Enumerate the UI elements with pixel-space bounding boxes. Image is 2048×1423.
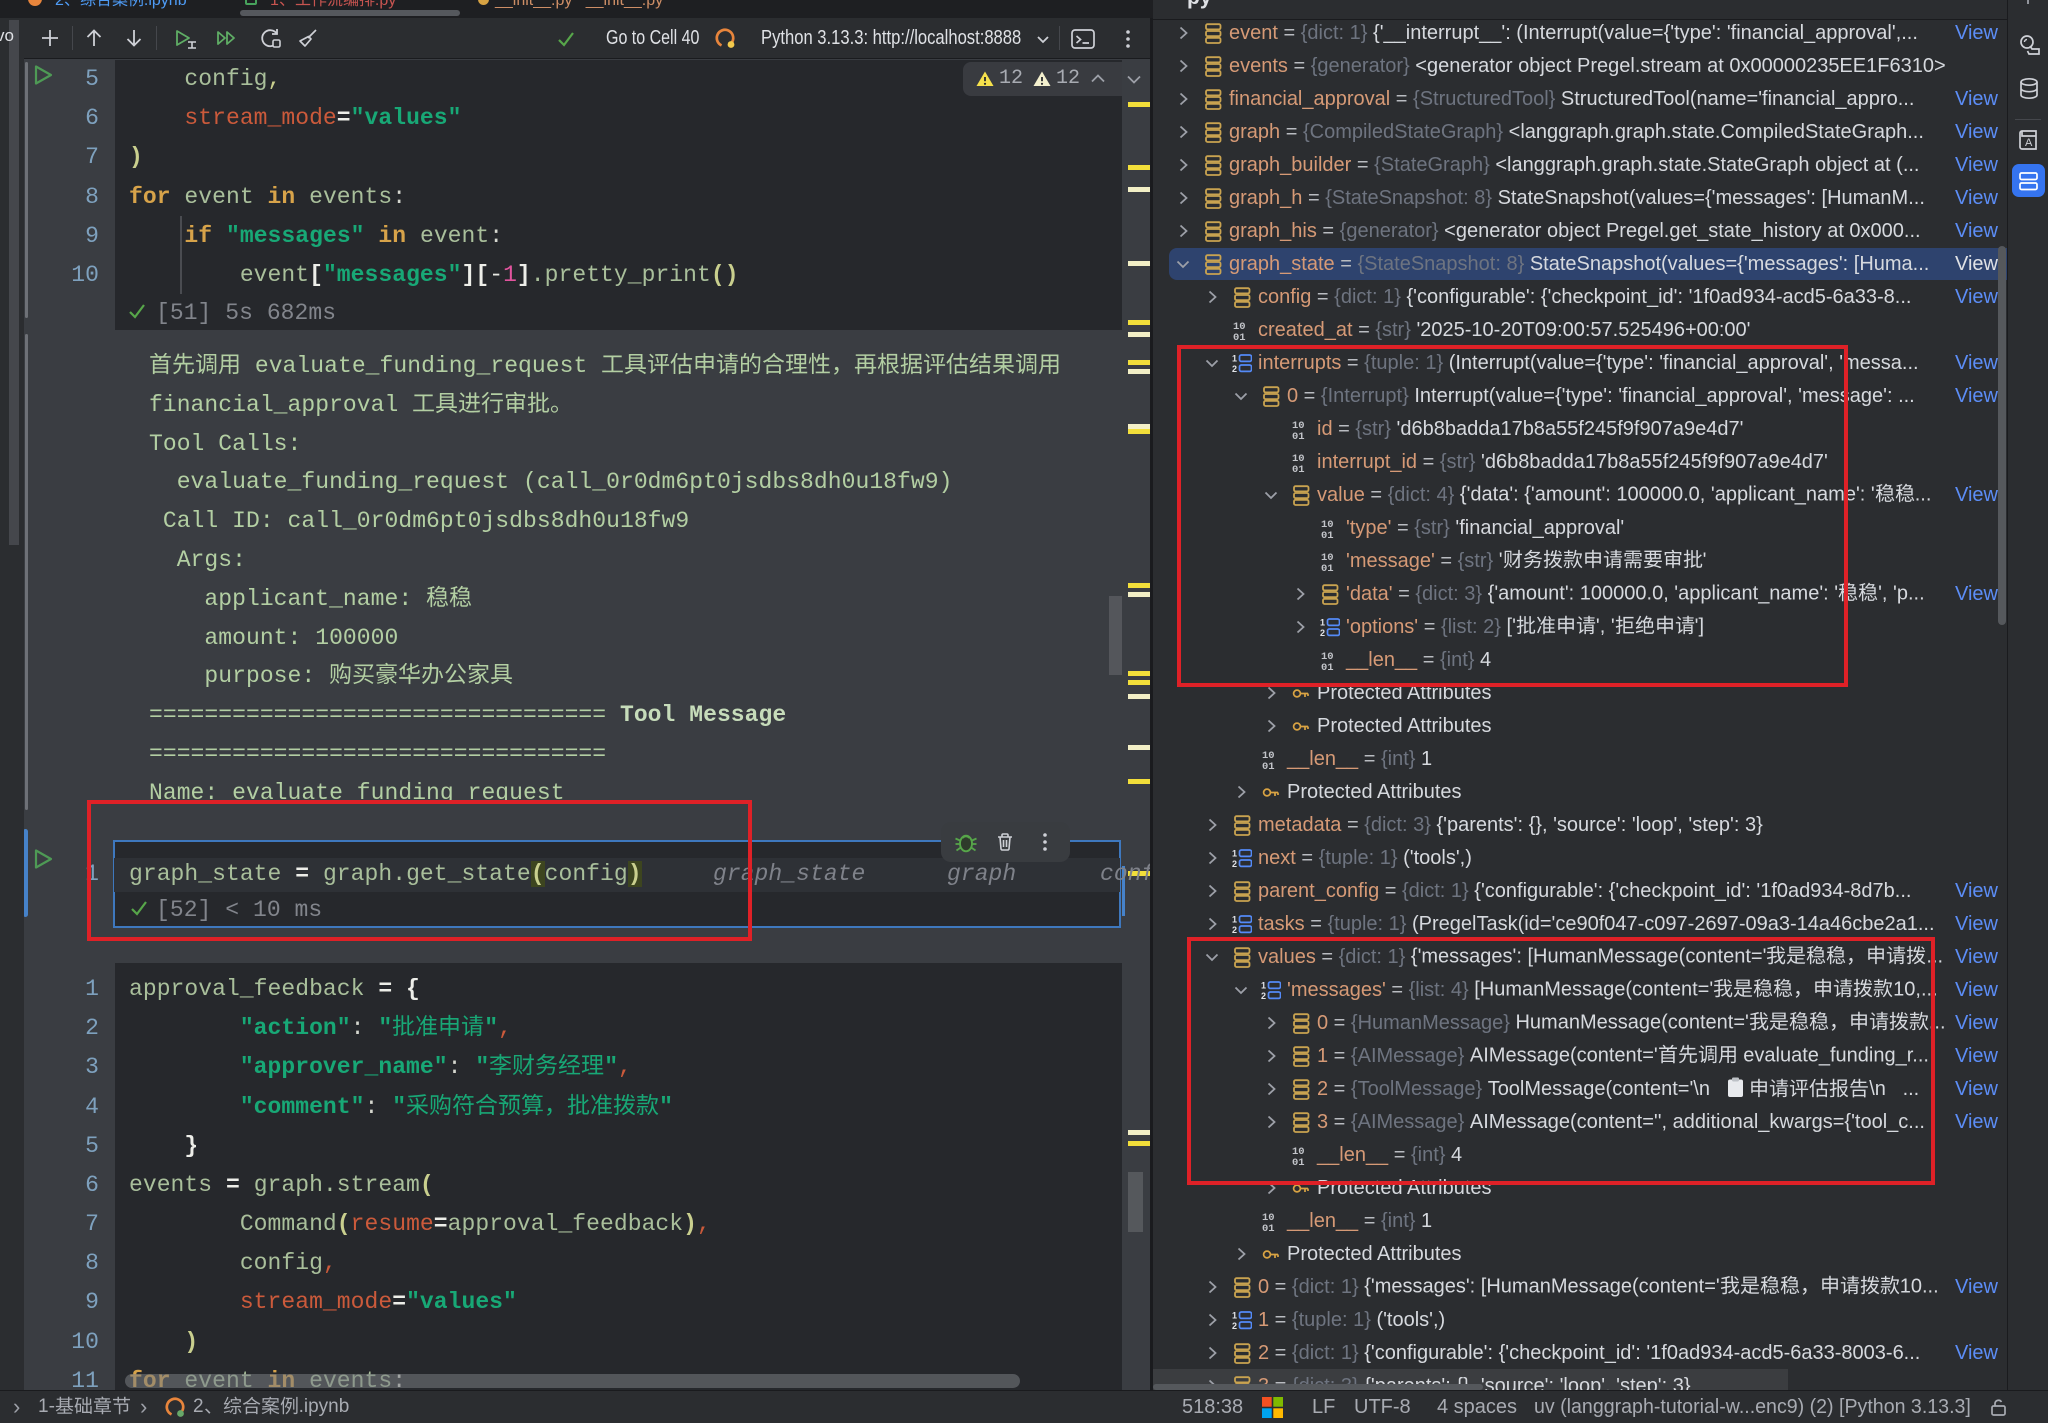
svg-text:2: 2 <box>1232 859 1237 869</box>
svg-text:A: A <box>2025 137 2033 149</box>
svg-text:1: 1 <box>1232 914 1237 924</box>
svg-text:01: 01 <box>1233 332 1246 341</box>
svg-text:01: 01 <box>1262 1223 1275 1232</box>
svg-text:1: 1 <box>1232 1310 1237 1320</box>
svg-text:2: 2 <box>1232 925 1237 935</box>
svg-text:01: 01 <box>1262 761 1275 770</box>
svg-text:2: 2 <box>1232 1321 1237 1331</box>
svg-text:1: 1 <box>1232 848 1237 858</box>
